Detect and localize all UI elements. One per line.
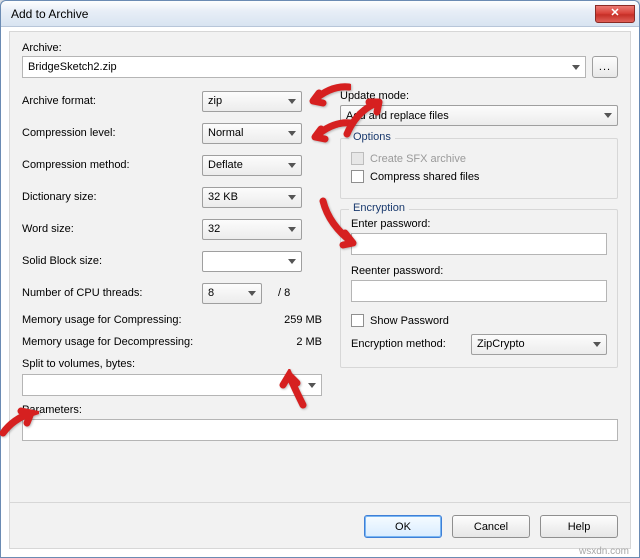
solid-block-select[interactable] <box>202 251 302 272</box>
chevron-down-icon <box>288 195 296 200</box>
show-password-checkbox[interactable] <box>351 314 364 327</box>
chevron-down-icon <box>308 383 316 388</box>
reenter-password-label: Reenter password: <box>351 265 607 277</box>
options-title: Options <box>349 131 395 143</box>
dialog-content: Archive: BridgeSketch2.zip ... Archive f… <box>9 31 631 549</box>
parameters-input[interactable] <box>22 419 618 441</box>
compress-shared-checkbox[interactable] <box>351 170 364 183</box>
level-label: Compression level: <box>22 127 202 139</box>
chevron-down-icon <box>288 99 296 104</box>
cancel-button[interactable]: Cancel <box>452 515 530 538</box>
watermark: wsxdn.com <box>579 546 629 557</box>
word-size-select[interactable]: 32 <box>202 219 302 240</box>
mem-comp-value: 259 MB <box>284 314 322 326</box>
password-input[interactable] <box>351 233 607 255</box>
create-sfx-checkbox <box>351 152 364 165</box>
mem-decomp-value: 2 MB <box>296 336 322 348</box>
update-label: Update mode: <box>340 90 618 102</box>
enc-method-label: Encryption method: <box>351 338 471 350</box>
browse-button[interactable]: ... <box>592 56 618 78</box>
dict-label: Dictionary size: <box>22 191 202 203</box>
chevron-down-icon <box>593 342 601 347</box>
chevron-down-icon <box>604 113 612 118</box>
update-mode-select[interactable]: Add and replace files <box>340 105 618 126</box>
mem-comp-label: Memory usage for Compressing: <box>22 314 182 326</box>
left-column: Archive format: zip Compression level: N… <box>22 90 322 396</box>
archive-label: Archive: <box>22 42 618 54</box>
block-label: Solid Block size: <box>22 255 202 267</box>
dialog-window: Add to Archive ✕ Archive: BridgeSketch2.… <box>0 0 640 558</box>
dictionary-size-select[interactable]: 32 KB <box>202 187 302 208</box>
enter-password-label: Enter password: <box>351 218 607 230</box>
compression-level-select[interactable]: Normal <box>202 123 302 144</box>
encryption-title: Encryption <box>349 202 409 214</box>
chevron-down-icon <box>572 65 580 70</box>
create-sfx-label: Create SFX archive <box>370 153 466 165</box>
chevron-down-icon <box>288 131 296 136</box>
split-label: Split to volumes, bytes: <box>22 358 322 370</box>
method-label: Compression method: <box>22 159 202 171</box>
ok-button[interactable]: OK <box>364 515 442 538</box>
chevron-down-icon <box>288 163 296 168</box>
window-title: Add to Archive <box>11 7 595 21</box>
titlebar: Add to Archive ✕ <box>1 1 639 27</box>
archive-format-select[interactable]: zip <box>202 91 302 112</box>
format-label: Archive format: <box>22 95 202 107</box>
encryption-group: Encryption Enter password: Reenter passw… <box>340 209 618 368</box>
compress-shared-label: Compress shared files <box>370 171 479 183</box>
archive-path-value: BridgeSketch2.zip <box>28 61 117 73</box>
options-group: Options Create SFX archive Compress shar… <box>340 138 618 199</box>
encryption-method-select[interactable]: ZipCrypto <box>471 334 607 355</box>
archive-path-combo[interactable]: BridgeSketch2.zip <box>22 56 586 78</box>
chevron-down-icon <box>288 259 296 264</box>
chevron-down-icon <box>288 227 296 232</box>
compression-method-select[interactable]: Deflate <box>202 155 302 176</box>
cpu-total: / 8 <box>278 287 290 299</box>
parameters-label: Parameters: <box>22 404 618 416</box>
right-column: Update mode: Add and replace files Optio… <box>340 90 618 396</box>
cpu-threads-select[interactable]: 8 <box>202 283 262 304</box>
close-button[interactable]: ✕ <box>595 5 635 23</box>
show-password-label: Show Password <box>370 315 449 327</box>
chevron-down-icon <box>248 291 256 296</box>
help-button[interactable]: Help <box>540 515 618 538</box>
mem-decomp-label: Memory usage for Decompressing: <box>22 336 193 348</box>
reenter-password-input[interactable] <box>351 280 607 302</box>
word-label: Word size: <box>22 223 202 235</box>
cpu-label: Number of CPU threads: <box>22 287 202 299</box>
button-bar: OK Cancel Help <box>10 502 630 538</box>
split-volumes-combo[interactable] <box>22 374 322 396</box>
